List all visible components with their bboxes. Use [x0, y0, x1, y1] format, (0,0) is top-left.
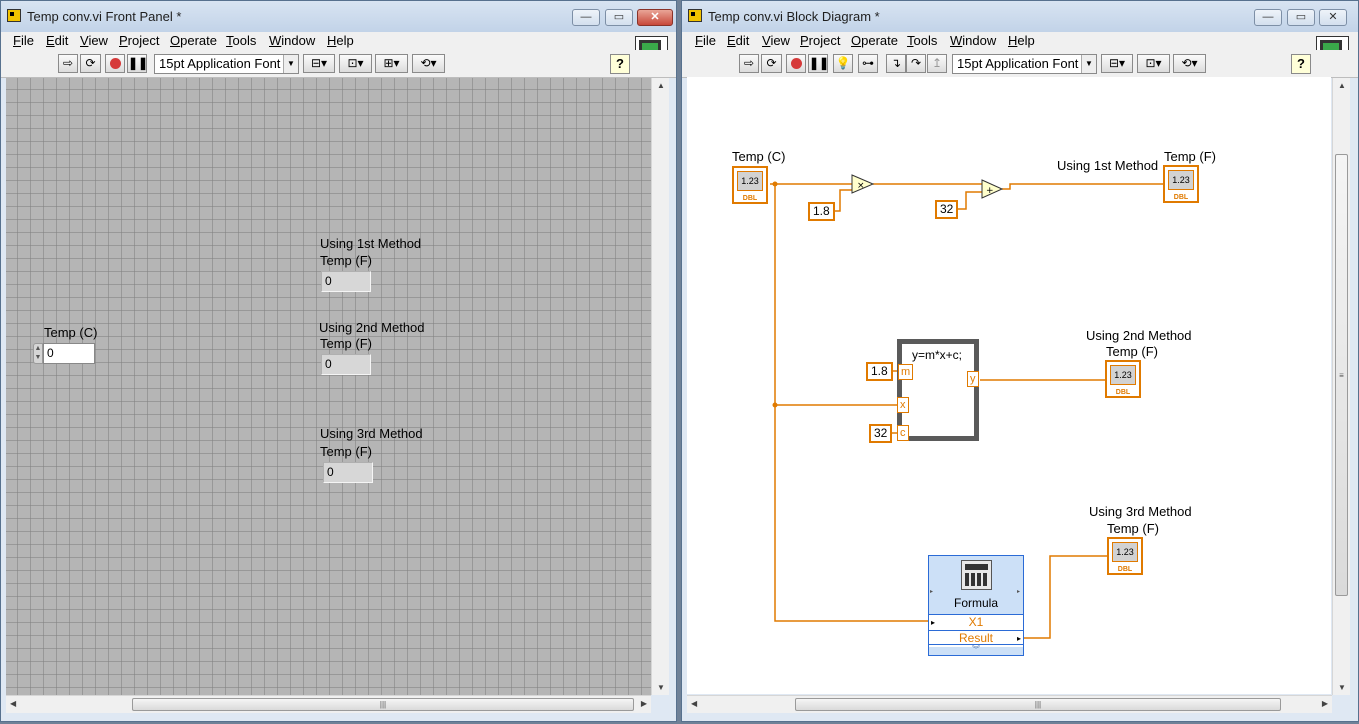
output-1-caption: Using 1st Method — [1057, 158, 1159, 173]
output-3-label: Temp (F) — [1107, 521, 1159, 536]
svg-text:×: × — [857, 181, 865, 191]
formula-input-x[interactable]: x — [897, 397, 909, 413]
express-input-x1[interactable]: X1 ▸ — [929, 614, 1023, 631]
add-constant[interactable]: 32 — [935, 200, 959, 219]
calculator-icon — [961, 560, 992, 590]
multiply-constant[interactable]: 1.8 — [808, 202, 835, 221]
input-terminal-label: Temp (C) — [732, 149, 786, 164]
formula-code[interactable]: y=m*x+c; — [912, 348, 962, 362]
m-constant[interactable]: 1.8 — [866, 362, 893, 381]
multiply-icon[interactable]: × — [851, 174, 875, 194]
formula-express-vi[interactable]: ▸ ▸ Formula X1 ▸ Result ▸ ︾ — [928, 555, 1024, 656]
output-2-label: Temp (F) — [1106, 344, 1158, 359]
output-1-label: Temp (F) — [1164, 149, 1216, 164]
expand-chevron-icon[interactable]: ︾ — [929, 644, 1023, 655]
output-2-caption: Using 2nd Method — [1086, 328, 1192, 343]
svg-text:+: + — [986, 186, 994, 196]
formula-node[interactable]: y=m*x+c; — [897, 339, 979, 441]
formula-output-y[interactable]: y — [967, 371, 979, 387]
temp-f-terminal-1[interactable]: 1.23 DBL — [1163, 165, 1199, 203]
formula-input-c[interactable]: c — [897, 425, 909, 441]
temp-f-terminal-3[interactable]: 1.23 DBL — [1107, 537, 1143, 575]
output-3-caption: Using 3rd Method — [1089, 504, 1192, 519]
formula-input-m[interactable]: m — [898, 364, 914, 380]
c-constant[interactable]: 32 — [869, 424, 893, 443]
temp-c-terminal[interactable]: 1.23 DBL — [732, 166, 768, 204]
add-icon[interactable]: + — [981, 179, 1004, 199]
temp-f-terminal-2[interactable]: 1.23 DBL — [1105, 360, 1141, 398]
wires-layer: × + — [770, 174, 1163, 639]
express-vi-name: Formula — [953, 596, 998, 610]
